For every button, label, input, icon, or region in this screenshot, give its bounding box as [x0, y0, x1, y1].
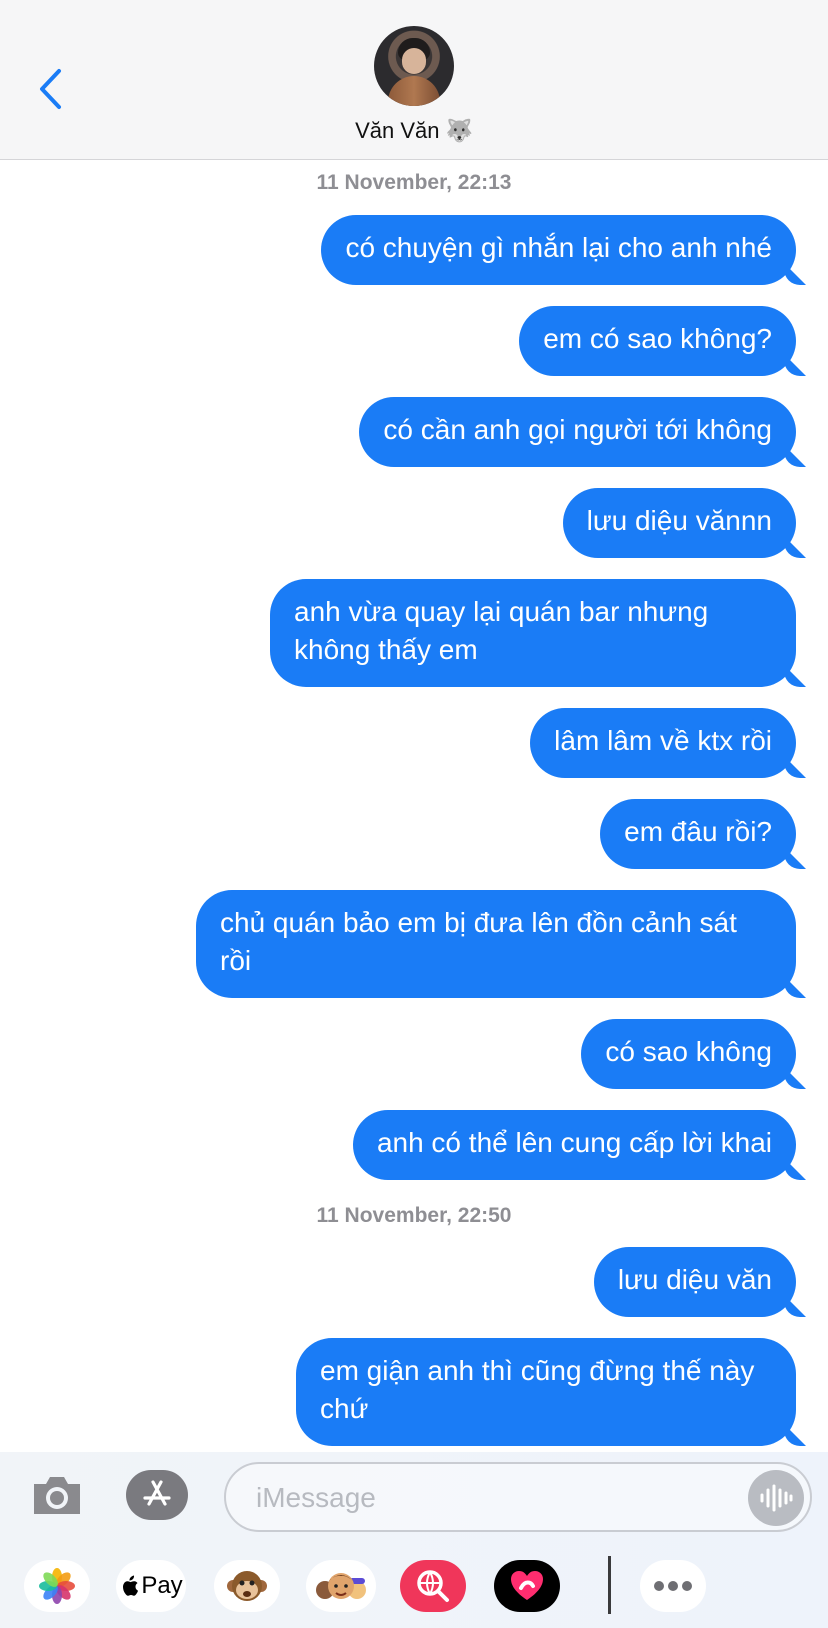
message-bubble[interactable]: có chuyện gì nhắn lại cho anh nhé: [321, 215, 796, 285]
waveform-icon: [760, 1484, 793, 1512]
message-bubble[interactable]: em giận anh thì cũng đừng thế này chứ: [296, 1338, 796, 1446]
digital-touch-button[interactable]: [494, 1560, 560, 1612]
message-bubble[interactable]: lâm lâm về ktx rồi: [530, 708, 796, 778]
message-bubble[interactable]: có cần anh gọi người tới không: [359, 397, 796, 467]
app-drawer: Pay: [0, 1538, 828, 1628]
more-apps-button[interactable]: [640, 1560, 706, 1612]
apple-pay-button[interactable]: Pay: [116, 1560, 186, 1612]
app-store-button[interactable]: [126, 1470, 188, 1520]
message-input[interactable]: [224, 1462, 812, 1532]
chevron-left-icon: [40, 69, 61, 109]
message-bubble[interactable]: anh có thể lên cung cấp lời khai: [352, 1110, 796, 1180]
photos-icon: [39, 1568, 75, 1604]
message-bubble[interactable]: lưu diệu văn: [593, 1247, 796, 1317]
digital-touch-icon: [511, 1571, 543, 1600]
monkey-icon: [227, 1571, 267, 1601]
audio-message-button[interactable]: [748, 1470, 804, 1526]
timestamp: 11 November, 22:50: [316, 1204, 512, 1227]
apple-logo-icon: [123, 1575, 139, 1596]
contact-name-label: Văn Văn: [355, 118, 440, 143]
memoji-stickers-button[interactable]: [306, 1560, 376, 1612]
timestamp: 11 November, 22:13: [316, 171, 512, 194]
conversation-header: Văn Văn 🐺: [0, 0, 828, 160]
message-input-field[interactable]: [256, 1476, 716, 1520]
app-drawer-divider: [608, 1556, 611, 1614]
apple-pay-label: Pay: [141, 1572, 183, 1599]
compose-bar: [0, 1452, 828, 1538]
back-button[interactable]: [30, 62, 70, 116]
photos-app-button[interactable]: [24, 1560, 90, 1612]
contact-name[interactable]: Văn Văn 🐺: [0, 118, 828, 144]
message-bubble[interactable]: lưu diệu vănnn: [562, 488, 796, 558]
memoji-icon: [316, 1573, 366, 1599]
more-icon: [654, 1581, 692, 1591]
web-search-button[interactable]: [400, 1560, 466, 1612]
contact-avatar[interactable]: [374, 26, 454, 106]
message-bubble[interactable]: chủ quán bảo em bị đưa lên đồn cảnh sát …: [196, 890, 796, 998]
web-search-icon: [417, 1570, 449, 1602]
message-bubble[interactable]: anh vừa quay lại quán bar nhưng không th…: [270, 579, 796, 687]
message-bubble[interactable]: em đâu rồi?: [600, 799, 796, 869]
message-bubble[interactable]: có sao không: [581, 1019, 796, 1089]
app-store-icon: [143, 1480, 171, 1506]
camera-icon: [34, 1477, 80, 1514]
animoji-button[interactable]: [214, 1560, 280, 1612]
wolf-icon: 🐺: [445, 118, 473, 143]
camera-button[interactable]: [30, 1472, 84, 1518]
message-bubble[interactable]: em có sao không?: [519, 306, 796, 376]
